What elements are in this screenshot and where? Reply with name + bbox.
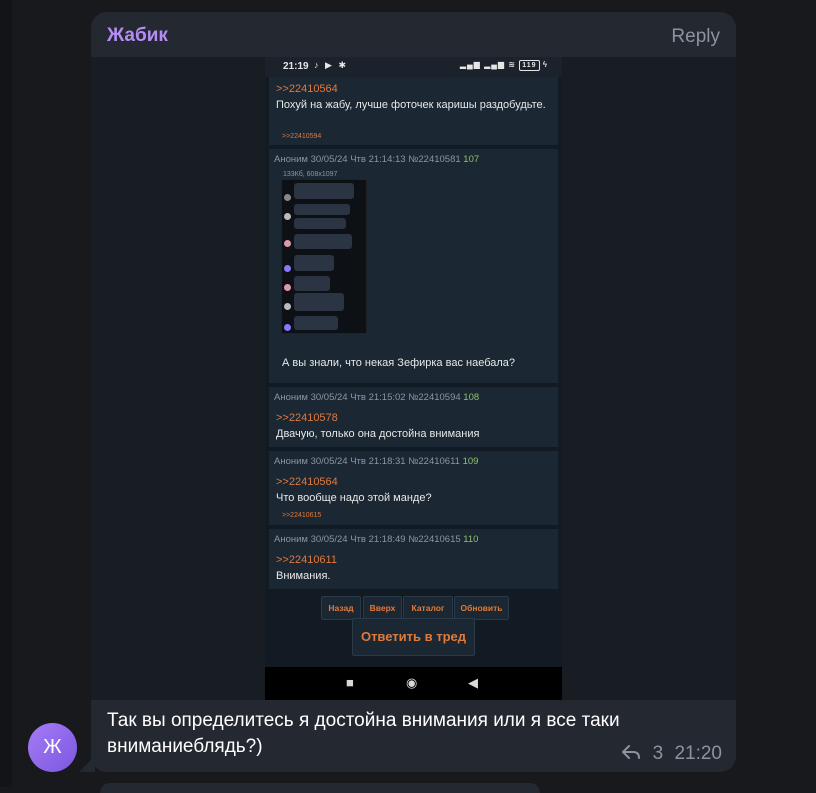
thumb-message [294, 218, 346, 229]
thumb-avatar [284, 265, 291, 272]
post-number: 109 [462, 456, 479, 467]
post-text: Двачую, только она достойна внимания [276, 428, 480, 440]
post-text: Внимания. [276, 570, 331, 582]
youtube-icon: ▶ [325, 60, 334, 70]
recents-icon[interactable]: ■ [346, 675, 354, 690]
app-notification-icons: ♪ ▶ ✱ [314, 60, 348, 71]
post-number: 110 [463, 534, 479, 545]
app-icon: ✱ [338, 60, 348, 70]
tiktok-icon: ♪ [314, 60, 321, 70]
post-number: 107 [463, 154, 480, 165]
thumb-message [294, 276, 330, 291]
thumb-avatar [284, 213, 291, 220]
thread-post: >>22410564 Похуй на жабу, лучше фоточек … [269, 77, 558, 145]
post-reply-link[interactable]: >>22410578 [276, 412, 338, 424]
thread-post: Аноним 30/05/24 Чтв 21:18:49 №22410615 1… [269, 529, 558, 589]
back-button[interactable]: Назад [321, 596, 361, 620]
back-icon[interactable]: ◀ [468, 675, 478, 691]
reply-to-thread-button[interactable]: Ответить в тред [352, 618, 475, 656]
post-header: Аноним 30/05/24 Чтв 21:18:31 №22410611 [274, 456, 460, 467]
wifi-icon: ≋ [508, 60, 516, 69]
next-message-bubble [100, 783, 540, 793]
phone-screenshot[interactable]: 21:19 ♪ ▶ ✱ ▂▄▆ ▂▄▆ ≋ 119 ϟ >>22410564 П… [265, 57, 562, 700]
post-header: Аноним 30/05/24 Чтв 21:15:02 №22410594 [274, 392, 461, 403]
message-bubble[interactable]: Жабик Reply 21:19 ♪ ▶ ✱ ▂▄▆ ▂▄▆ ≋ 119 ϟ [91, 12, 736, 772]
thumb-message [294, 255, 334, 271]
post-text: Похуй на жабу, лучше фоточек каришы разд… [276, 99, 546, 111]
status-bar: 21:19 ♪ ▶ ✱ ▂▄▆ ▂▄▆ ≋ 119 ϟ [265, 57, 562, 77]
media-attachment[interactable]: 21:19 ♪ ▶ ✱ ▂▄▆ ▂▄▆ ≋ 119 ϟ >>22410564 П… [91, 57, 736, 700]
refresh-button[interactable]: Обновить [454, 596, 509, 620]
post-text: А вы знали, что некая Зефирка вас наебал… [282, 357, 516, 369]
post-backref-link[interactable]: >>22410615 [282, 512, 321, 519]
post-reply-link[interactable]: >>22410564 [276, 476, 338, 488]
thumb-avatar [284, 324, 291, 331]
battery-icon: 119 [519, 60, 540, 71]
status-time: 21:19 [283, 61, 309, 72]
thumb-avatar [284, 194, 291, 201]
post-reply-link[interactable]: >>22410611 [276, 554, 337, 566]
thumb-message [294, 183, 354, 199]
chat-left-edge [0, 0, 12, 787]
thumb-message [294, 316, 338, 330]
catalog-button[interactable]: Каталог [403, 596, 453, 620]
android-navbar: ■ ◉ ◀ [265, 667, 562, 700]
post-meta: Аноним 30/05/24 Чтв 21:15:02 №22410594 1… [274, 392, 479, 403]
thread-post: Аноним 30/05/24 Чтв 21:15:02 №22410594 1… [269, 387, 558, 447]
post-number: 108 [463, 392, 480, 403]
post-text: Что вообще надо этой манде? [276, 492, 432, 504]
message-time: 21:20 [674, 743, 722, 764]
post-reply-link[interactable]: >>22410564 [276, 83, 338, 95]
avatar[interactable]: Ж [28, 723, 77, 772]
signal-icon-2: ▂▄▆ [484, 60, 506, 69]
post-backref-link[interactable]: >>22410594 [282, 133, 321, 140]
charging-icon: ϟ [542, 60, 548, 69]
post-header: Аноним 30/05/24 Чтв 21:18:49 №22410615 [274, 534, 461, 545]
thumb-message [294, 204, 350, 215]
reply-arrow-icon[interactable] [621, 744, 641, 760]
message-text: Так вы определитесь я достойна внимания … [107, 710, 620, 757]
sender-name[interactable]: Жабик [107, 25, 168, 47]
thread-post: Аноним 30/05/24 Чтв 21:18:31 №22410611 1… [269, 451, 558, 525]
reply-count[interactable]: 3 [653, 743, 664, 764]
post-header: Аноним 30/05/24 Чтв 21:14:13 №22410581 [274, 154, 461, 165]
home-icon[interactable]: ◉ [406, 675, 417, 691]
thread-nav-buttons: Назад Вверх Каталог Обновить [265, 596, 562, 620]
thread-post: Аноним 30/05/24 Чтв 21:14:13 №22410581 1… [269, 149, 558, 383]
thumb-message [294, 234, 352, 249]
post-meta: Аноним 30/05/24 Чтв 21:14:13 №22410581 1… [274, 154, 479, 165]
thumb-message [294, 293, 344, 311]
post-meta: Аноним 30/05/24 Чтв 21:18:31 №22410611 1… [274, 456, 478, 467]
message-meta: 3 21:20 [621, 743, 722, 765]
top-button[interactable]: Вверх [363, 596, 402, 620]
thumb-avatar [284, 303, 291, 310]
thumb-avatar [284, 240, 291, 247]
attached-image-thumbnail[interactable] [281, 179, 367, 334]
system-status-icons: ▂▄▆ ▂▄▆ ≋ 119 ϟ [460, 60, 548, 71]
reply-button[interactable]: Reply [671, 26, 720, 48]
signal-icon: ▂▄▆ [459, 60, 481, 69]
post-meta: Аноним 30/05/24 Чтв 21:18:49 №22410615 1… [274, 534, 478, 545]
file-info: 133Кб, 608x1097 [283, 171, 338, 178]
thumb-avatar [284, 284, 291, 291]
